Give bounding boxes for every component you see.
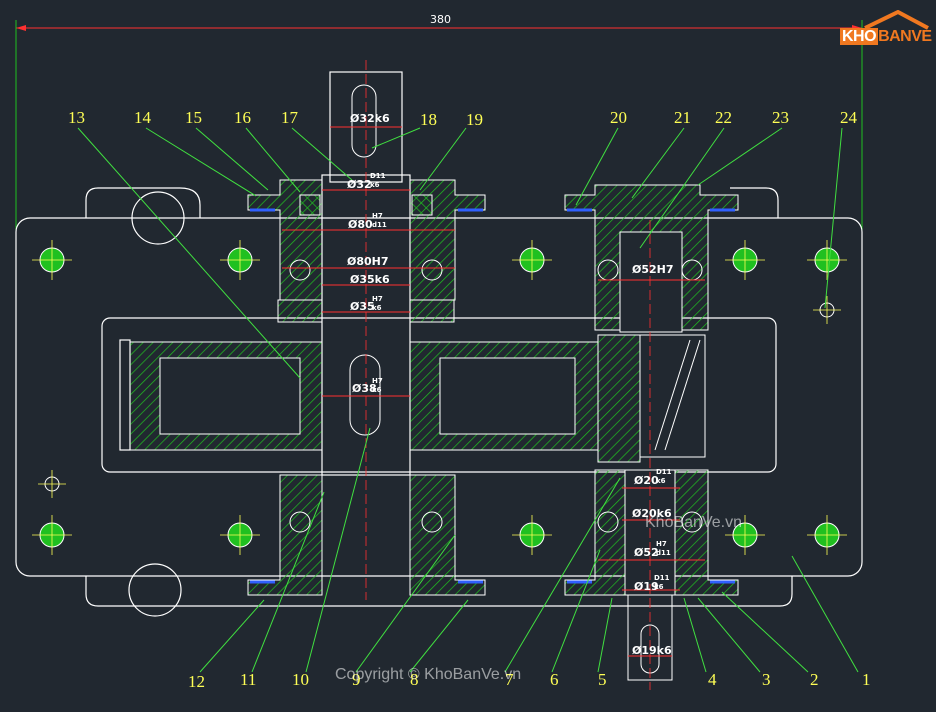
overall-dimension: 380 [430,13,451,26]
watermark-bottom: Copyright © KhoBanVe.vn [335,666,522,683]
dim-d19k6: Ø19k6 [632,644,672,657]
part-label-11: 11 [240,670,257,689]
dim-d35-k6: k6 [372,304,382,312]
part-label-5: 5 [598,670,607,689]
khobanve-logo: KHO BANVE [840,10,932,56]
part-label-4: 4 [708,670,717,689]
watermark-right: KhoBanVe.vn [645,514,742,531]
part-label-12: 12 [188,672,205,691]
dim-d80: Ø80 [348,218,373,231]
dim-d80-d11: d11 [372,221,387,229]
logo-text-left: KHO [840,28,879,45]
dim-d19-k6: k6 [654,583,664,591]
dim-d32-tol: D11 [370,172,386,180]
dim-d20: Ø20 [634,474,659,487]
house-roof-icon [864,10,929,30]
logo-text-right: BANVE [878,28,932,45]
dim-d35k6: Ø35k6 [350,273,390,286]
part-label-14: 14 [134,108,151,127]
part-label-6: 6 [550,670,559,689]
part-label-13: 13 [68,108,85,127]
dim-d20-d11: D11 [656,468,672,476]
part-label-22: 22 [715,108,732,127]
part-label-24: 24 [840,108,857,127]
dim-d38-h7: H7 [372,377,383,385]
logo-text: KHO BANVE [840,28,932,46]
part-label-2: 2 [810,670,819,689]
part-label-10: 10 [292,670,309,689]
gearbox-drawing [15,20,863,690]
dim-d19-d11: D11 [654,574,670,582]
dim-d35: Ø35 [350,300,375,313]
part-label-17: 17 [281,108,298,127]
dim-shaft-top: Ø32k6 [350,112,390,125]
dim-d80-h7: H7 [372,212,383,220]
dim-d52h7: Ø52H7 [632,263,674,276]
part-label-21: 21 [674,108,691,127]
dim-d35-h7: H7 [372,295,383,303]
dim-d52-d11: d11 [656,549,671,557]
part-label-19: 19 [466,110,483,129]
part-label-20: 20 [610,108,627,127]
dim-d52: Ø52 [634,546,659,559]
input-shaft-assembly [129,60,599,600]
part-label-16: 16 [234,108,251,127]
part-label-3: 3 [762,670,771,689]
dim-d38-k6: k6 [372,386,382,394]
dim-d20-k6: k6 [656,477,666,485]
part-label-18: 18 [420,110,437,129]
dim-d52-h7: H7 [656,540,667,548]
dim-d32-k6: k6 [370,181,380,189]
dim-d80h7: Ø80H7 [347,255,389,268]
part-label-23: 23 [772,108,789,127]
part-label-1: 1 [862,670,871,689]
part-label-15: 15 [185,108,202,127]
dim-d32: Ø32 [347,178,372,191]
